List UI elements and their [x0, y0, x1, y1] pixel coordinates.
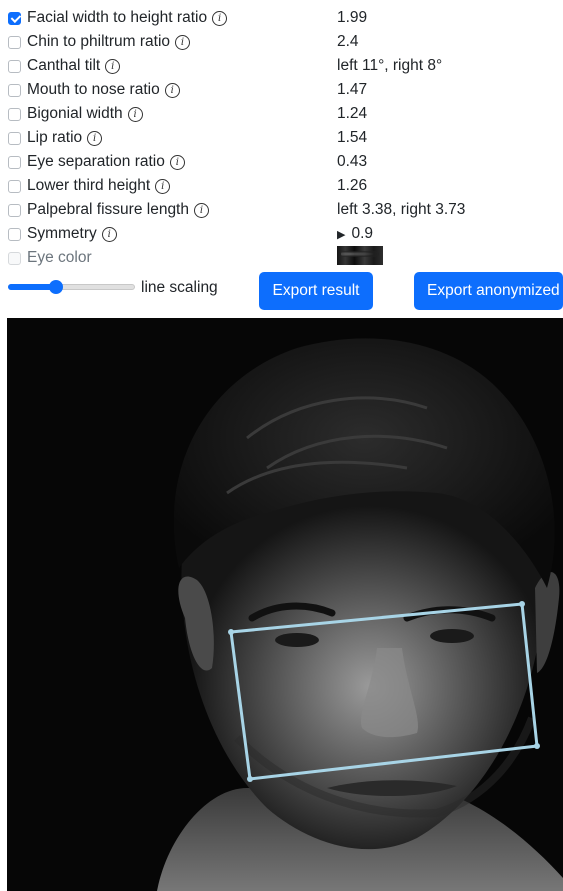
- metric-row-eyecolor: Eye color: [8, 246, 92, 270]
- overlay-point[interactable]: [228, 629, 234, 635]
- metric-value-fwhr: 1.99: [337, 9, 368, 26]
- info-icon[interactable]: i: [175, 34, 191, 50]
- checkbox-canthal[interactable]: [8, 59, 21, 73]
- metric-row-lip[interactable]: Lip ratio i: [8, 126, 103, 150]
- overlay-point[interactable]: [534, 743, 540, 749]
- metric-row-lowerthird[interactable]: Lower third height i: [8, 174, 171, 198]
- metric-label: Mouth to nose ratio: [27, 81, 160, 98]
- info-icon[interactable]: i: [164, 82, 180, 98]
- metric-row-palpebral[interactable]: Palpebral fissure length i: [8, 198, 209, 222]
- metric-label: Canthal tilt: [27, 57, 101, 74]
- checkbox-chin[interactable]: [8, 35, 21, 49]
- info-icon[interactable]: i: [101, 226, 117, 242]
- metric-value-eyesep: 0.43: [337, 153, 368, 170]
- checkbox-bigonial[interactable]: [8, 107, 21, 121]
- info-icon[interactable]: i: [127, 106, 143, 122]
- portrait-svg: [7, 318, 563, 891]
- checkbox-palpebral[interactable]: [8, 203, 21, 217]
- metric-value-bigonial: 1.24: [337, 105, 368, 122]
- info-icon[interactable]: i: [194, 202, 209, 218]
- metric-value-canthal: left 11°, right 8°: [337, 57, 443, 74]
- metric-value-lip: 1.54: [337, 129, 368, 146]
- overlay-point[interactable]: [519, 601, 525, 607]
- checkbox-eyecolor: [8, 251, 21, 265]
- metric-row-chin[interactable]: Chin to philtrum ratio i: [8, 30, 191, 54]
- checkbox-lip[interactable]: [8, 131, 21, 145]
- metric-label: Eye separation ratio: [27, 153, 165, 170]
- metric-row-symmetry[interactable]: Symmetry i: [8, 222, 117, 246]
- metric-row-fwhr[interactable]: Facial width to height ratio i: [8, 6, 228, 30]
- metric-value-lowerthird: 1.26: [337, 177, 368, 194]
- metric-value-symmetry[interactable]: ▶ 0.9: [337, 222, 373, 246]
- left-eye: [275, 633, 319, 647]
- eye-color-swatch: [337, 246, 383, 265]
- info-icon[interactable]: i: [169, 154, 185, 170]
- checkbox-fwhr[interactable]: [8, 11, 21, 25]
- line-scaling-slider[interactable]: [8, 280, 135, 294]
- portrait-photo: [7, 318, 563, 891]
- metric-label: Facial width to height ratio: [27, 9, 208, 26]
- checkbox-eyesep[interactable]: [8, 155, 21, 169]
- metric-row-eyesep[interactable]: Eye separation ratio i: [8, 150, 185, 174]
- slider-thumb[interactable]: [49, 280, 64, 294]
- metric-label: Bigonial width: [27, 105, 123, 122]
- metric-row-bigonial[interactable]: Bigonial width i: [8, 102, 143, 126]
- export-result-button[interactable]: Export result: [259, 272, 373, 310]
- symmetry-value: 0.9: [351, 225, 374, 242]
- metric-label: Palpebral fissure length: [27, 201, 189, 218]
- metric-label: Lip ratio: [27, 129, 83, 146]
- right-eye: [430, 629, 474, 643]
- info-icon[interactable]: i: [105, 58, 121, 74]
- metric-row-mouth[interactable]: Mouth to nose ratio i: [8, 78, 180, 102]
- overlay-point[interactable]: [247, 776, 253, 782]
- metric-value-chin: 2.4: [337, 33, 359, 50]
- metric-label: Chin to philtrum ratio: [27, 33, 171, 50]
- metric-value-mouth: 1.47: [337, 81, 368, 98]
- metric-label: Lower third height: [27, 177, 151, 194]
- info-icon[interactable]: i: [87, 130, 103, 146]
- checkbox-symmetry[interactable]: [8, 227, 21, 241]
- metric-label: Symmetry: [27, 225, 97, 242]
- info-icon[interactable]: i: [212, 10, 228, 26]
- metric-value-palpebral: left 3.38, right 3.73: [337, 201, 466, 218]
- metric-label: Eye color: [27, 249, 92, 266]
- info-icon[interactable]: i: [155, 178, 171, 194]
- expand-triangle-icon[interactable]: ▶: [337, 228, 345, 241]
- line-scaling-label: line scaling: [141, 279, 218, 296]
- checkbox-lowerthird[interactable]: [8, 179, 21, 193]
- checkbox-mouth[interactable]: [8, 83, 21, 97]
- export-anonymized-button[interactable]: Export anonymized: [414, 272, 563, 310]
- metric-row-canthal[interactable]: Canthal tilt i: [8, 54, 121, 78]
